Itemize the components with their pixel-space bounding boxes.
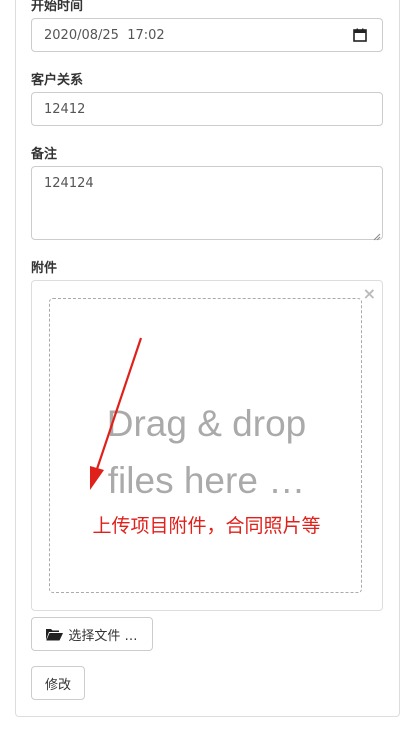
start-time-value: 2020/08/25 17:02 (44, 28, 165, 43)
file-upload-preview: × Drag & drop files here … 上传项目附件，合同照片等 (31, 280, 383, 611)
start-time-input[interactable]: 2020/08/25 17:02 (31, 18, 383, 52)
folder-open-icon (46, 628, 64, 641)
drop-zone-text: Drag & drop files here … (50, 395, 363, 509)
drop-text-line1: Drag & drop (106, 403, 307, 444)
remark-value: 124124 (44, 176, 94, 191)
annotation-text: 上传项目附件，合同照片等 (92, 515, 321, 537)
calendar-icon[interactable] (353, 28, 367, 42)
customer-relation-label: 客户关系 (31, 73, 84, 88)
drop-text-line2: files here … (107, 460, 306, 501)
start-time-label: 开始时间 (31, 0, 84, 14)
drop-zone[interactable]: Drag & drop files here … 上传项目附件，合同照片等 (49, 298, 362, 593)
remark-label: 备注 (31, 147, 58, 162)
resize-grip-icon[interactable] (373, 230, 381, 241)
customer-relation-value: 12412 (44, 102, 86, 117)
edit-button-label: 修改 (44, 677, 71, 693)
choose-file-button[interactable]: 选择文件 … (31, 617, 153, 651)
customer-relation-input[interactable]: 12412 (31, 92, 383, 126)
attachment-label: 附件 (31, 261, 58, 276)
choose-file-label: 选择文件 … (68, 628, 138, 644)
remark-textarea[interactable]: 124124 (31, 166, 383, 241)
close-icon[interactable]: × (363, 286, 376, 302)
edit-button[interactable]: 修改 (31, 666, 85, 700)
